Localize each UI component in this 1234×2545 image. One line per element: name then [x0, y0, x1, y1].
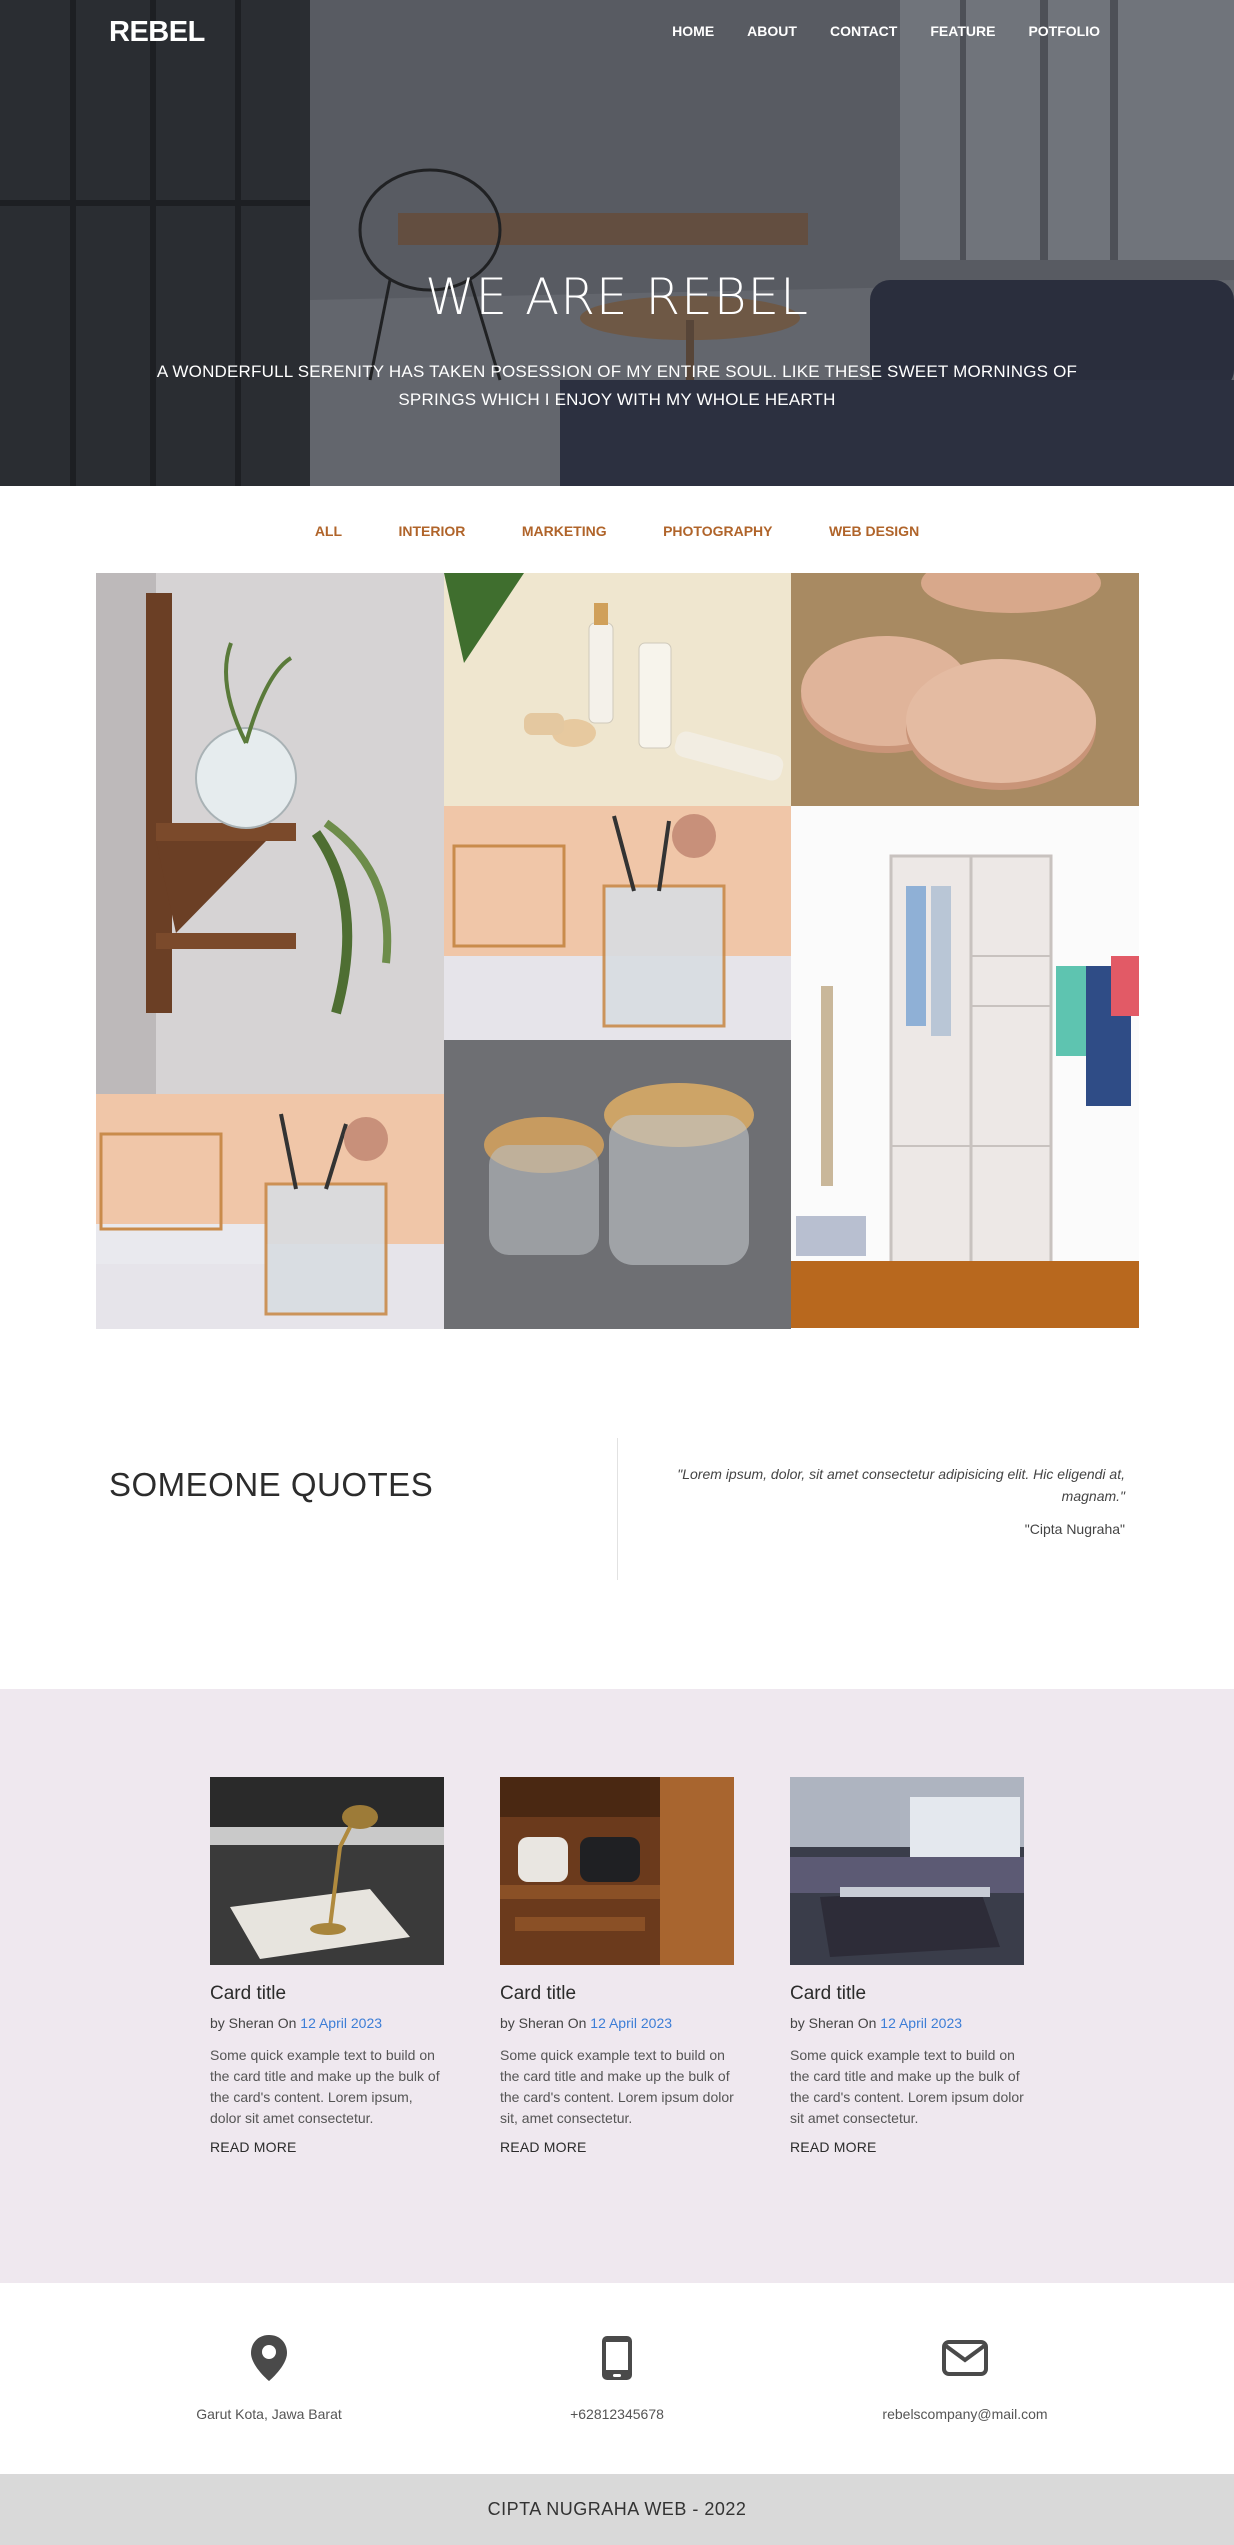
email-text[interactable]: rebelscompany@mail.com — [805, 2406, 1125, 2422]
card-meta: by Sheran On 12 April 2023 — [790, 2015, 1024, 2031]
gallery-item-wardrobe[interactable] — [791, 806, 1139, 1328]
nav-home[interactable]: HOME — [672, 23, 714, 39]
hero-section: REBEL HOME ABOUT CONTACT FEATURE POTFOLI… — [0, 0, 1234, 486]
footer-text: CIPTA NUGRAHA WEB - 2022 — [487, 2499, 747, 2519]
contact-phone: +62812345678 — [457, 2330, 777, 2422]
location-text: Garut Kota, Jawa Barat — [196, 2406, 342, 2422]
filter-photography[interactable]: PHOTOGRAPHY — [663, 523, 772, 539]
card-author: by Sheran On — [790, 2015, 881, 2031]
envelope-icon — [805, 2330, 1125, 2386]
jars-image — [444, 1040, 791, 1329]
card-text: Some quick example text to build on the … — [500, 2047, 734, 2126]
brush-holder-image — [96, 1094, 444, 1329]
card-author: by Sheran On — [500, 2015, 591, 2031]
card-image-kitchen[interactable] — [790, 1777, 1024, 1965]
contact-email: rebelscompany@mail.com — [805, 2330, 1125, 2422]
main-nav: HOME ABOUT CONTACT FEATURE POTFOLIO — [639, 23, 1100, 39]
card-title: Card title — [500, 1983, 577, 2004]
coasters-image — [791, 573, 1139, 806]
brush-holder-image-2 — [444, 806, 791, 1040]
read-more-link[interactable]: READ MORE — [790, 2139, 877, 2155]
gallery-item-wall-shelf[interactable] — [96, 573, 444, 1094]
blog-card: Card title by Sheran On 12 April 2023 So… — [500, 1777, 734, 2157]
filter-web-design[interactable]: WEB DESIGN — [829, 523, 919, 539]
map-pin-icon — [109, 2330, 429, 2386]
card-date-link[interactable]: 12 April 2023 — [590, 2015, 672, 2031]
brand-logo[interactable]: REBEL — [109, 16, 205, 49]
nav-feature[interactable]: FEATURE — [930, 23, 995, 39]
nav-contact[interactable]: CONTACT — [830, 23, 897, 39]
kitchen-image — [790, 1777, 1024, 1965]
filter-all[interactable]: ALL — [315, 523, 342, 539]
quote-author: "Cipta Nugraha" — [1024, 1521, 1125, 1537]
wardrobe-image — [791, 806, 1139, 1328]
gallery-item-brush-holder[interactable] — [96, 1094, 444, 1329]
blog-cards-section: Card title by Sheran On 12 April 2023 So… — [0, 1689, 1234, 2283]
desk-lamp-image — [210, 1777, 444, 1965]
gallery-item-bottles[interactable] — [444, 573, 791, 806]
portfolio-gallery — [96, 573, 1139, 1329]
bottles-image — [444, 573, 791, 806]
blog-card: Card title by Sheran On 12 April 2023 So… — [210, 1777, 444, 2157]
footer: CIPTA NUGRAHA WEB - 2022 — [0, 2474, 1234, 2545]
read-more-link[interactable]: READ MORE — [500, 2139, 587, 2155]
blog-card: Card title by Sheran On 12 April 2023 So… — [790, 1777, 1024, 2157]
card-image-shoes[interactable] — [500, 1777, 734, 1965]
gallery-item-jars[interactable] — [444, 1040, 791, 1329]
card-meta: by Sheran On 12 April 2023 — [500, 2015, 734, 2031]
nav-portfolio[interactable]: POTFOLIO — [1028, 23, 1100, 39]
hero-title: WE ARE REBEL — [425, 268, 809, 326]
gallery-item-coasters[interactable] — [791, 573, 1139, 806]
read-more-link[interactable]: READ MORE — [210, 2139, 297, 2155]
card-meta: by Sheran On 12 April 2023 — [210, 2015, 444, 2031]
hero-subtitle: A WONDERFULL SERENITY HAS TAKEN POSESSIO… — [156, 362, 1078, 409]
card-author: by Sheran On — [210, 2015, 301, 2031]
mobile-phone-icon — [457, 2330, 777, 2386]
gallery-item-brush-holder-2[interactable] — [444, 806, 791, 1040]
card-image-desk-lamp[interactable] — [210, 1777, 444, 1965]
card-title: Card title — [210, 1983, 287, 2004]
quote-text: "Lorem ipsum, dolor, sit amet consectetu… — [677, 1466, 1125, 1504]
shoes-image — [500, 1777, 734, 1965]
filter-interior[interactable]: INTERIOR — [398, 523, 465, 539]
wall-shelf-image — [96, 573, 444, 1094]
phone-text[interactable]: +62812345678 — [457, 2406, 777, 2422]
card-text: Some quick example text to build on the … — [210, 2047, 440, 2126]
portfolio-filters: ALL INTERIOR MARKETING PHOTOGRAPHY WEB D… — [0, 523, 1234, 541]
quotes-title: SOMEONE QUOTES — [109, 1466, 434, 1503]
filter-marketing[interactable]: MARKETING — [522, 523, 607, 539]
contact-location: Garut Kota, Jawa Barat — [109, 2330, 429, 2422]
card-text: Some quick example text to build on the … — [790, 2047, 1024, 2126]
quote-divider — [617, 1438, 618, 1580]
nav-about[interactable]: ABOUT — [747, 23, 797, 39]
card-date-link[interactable]: 12 April 2023 — [880, 2015, 962, 2031]
card-title: Card title — [790, 1983, 867, 2004]
card-date-link[interactable]: 12 April 2023 — [300, 2015, 382, 2031]
